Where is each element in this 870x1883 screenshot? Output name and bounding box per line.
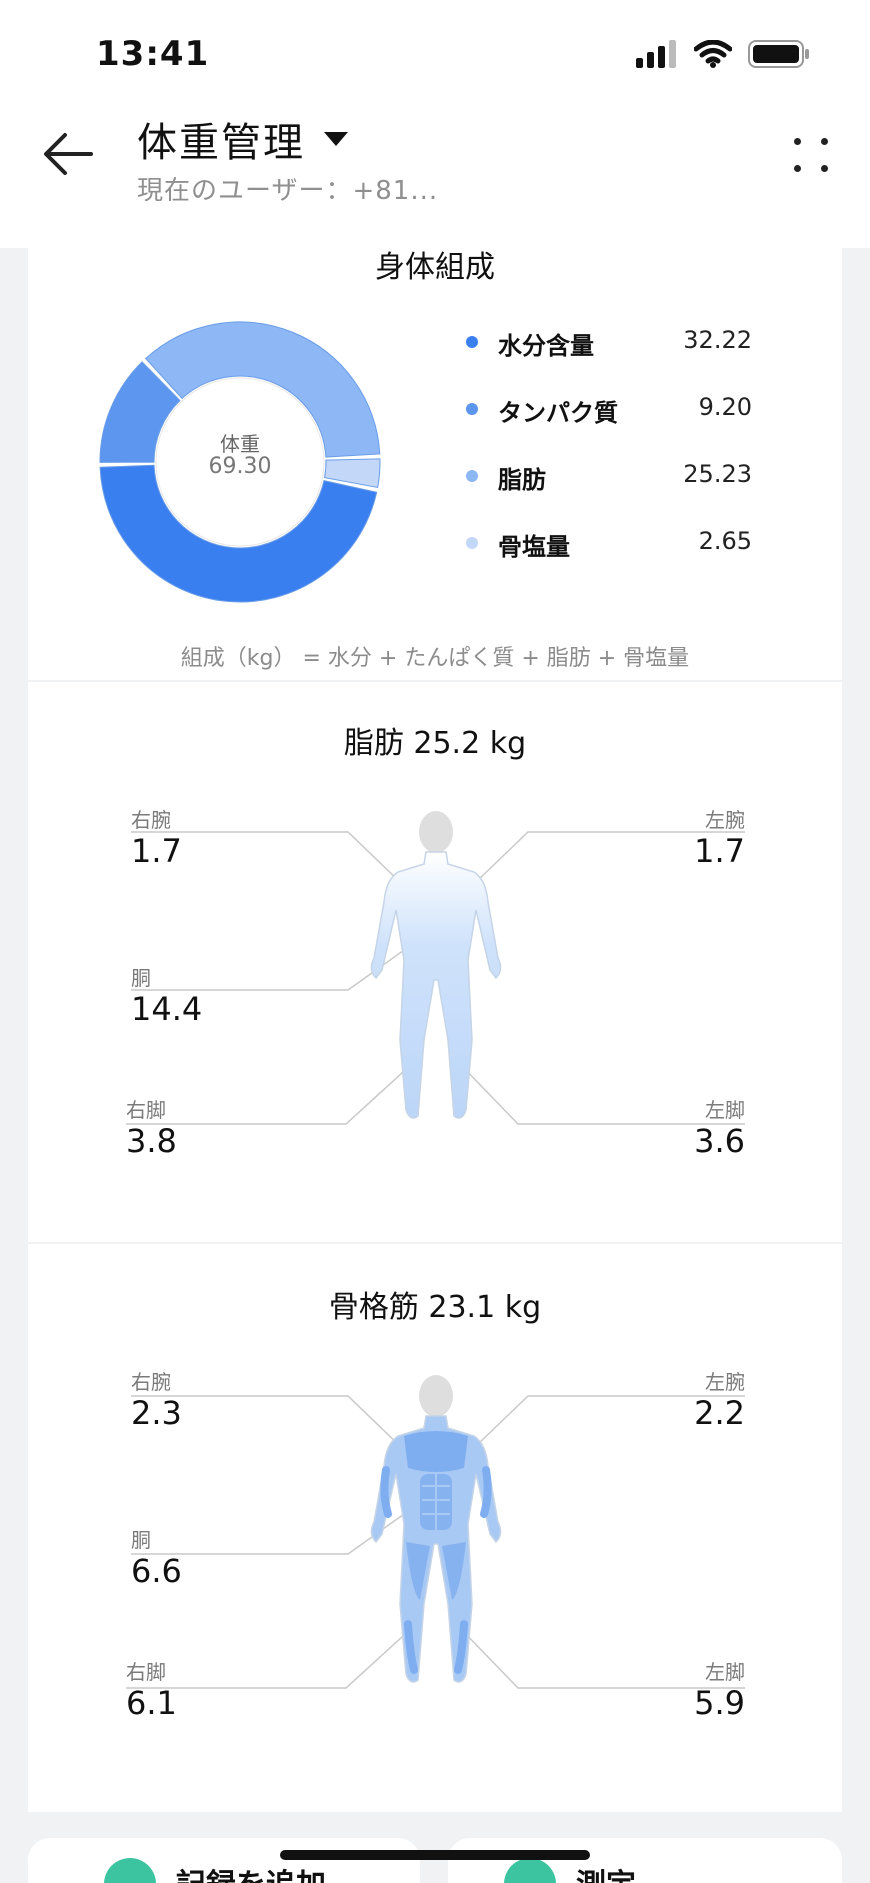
more-options-button[interactable]: [788, 132, 834, 178]
muscle-body-map: 右腕 2.3 左腕 2.2 胴 6.6 右脚 6.1 左脚 5.9: [28, 1244, 842, 1812]
fat-left-leg-value: 3.6: [694, 1122, 745, 1160]
status-bar: 13:41: [0, 0, 870, 110]
more-dot: [794, 165, 801, 172]
legend-item-fat: 脂肪 25.23: [446, 452, 776, 519]
composition-title: 身体組成: [375, 250, 495, 285]
page-title: 体重管理: [137, 120, 305, 166]
fat-trunk-value: 14.4: [131, 990, 203, 1028]
muscle-left-arm-label: 左腕: [705, 1370, 745, 1394]
legend-item-water: 水分含量 32.22: [446, 318, 776, 385]
body-composition-card: 身体組成 体重 69.30 水分含量 32.22 タンパク質 9.20 脂肪 2…: [28, 248, 842, 680]
signal-icon: [636, 40, 676, 68]
fat-left-leg-label: 左脚: [705, 1098, 745, 1122]
fat-left-arm-value: 1.7: [694, 832, 745, 870]
home-indicator: [280, 1850, 590, 1860]
more-dot: [821, 138, 828, 145]
legend-item-protein: タンパク質 9.20: [446, 385, 776, 452]
measure-label: 測定: [576, 1860, 636, 1883]
muscle-right-arm-label: 右腕: [131, 1370, 171, 1394]
muscle-trunk-value: 6.6: [131, 1552, 182, 1590]
legend-dot: [466, 537, 478, 549]
legend-value: 32.22: [683, 326, 752, 354]
muscle-trunk-label: 胴: [131, 1528, 151, 1552]
current-user: 現在のユーザー：+81...: [137, 176, 439, 206]
fat-left-arm-label: 左腕: [705, 808, 745, 832]
status-icons: [636, 40, 810, 68]
bottom-action-bar: 記録を追加 測定: [28, 1838, 842, 1883]
composition-formula: 組成（kg） = 水分 + たんぱく質 + 脂肪 + 骨塩量: [180, 646, 690, 671]
muscle-body-silhouette: [370, 1375, 502, 1683]
more-dot: [794, 138, 801, 145]
legend-value: 25.23: [683, 460, 752, 488]
app-header: 体重管理 現在のユーザー：+81...: [0, 100, 870, 248]
arrow-left-icon: [44, 133, 93, 175]
wifi-icon: [694, 40, 732, 68]
legend-label: 脂肪: [498, 466, 546, 494]
legend-value: 2.65: [698, 527, 752, 555]
muscle-right-leg-value: 6.1: [126, 1684, 177, 1722]
fat-right-arm-value: 1.7: [131, 832, 182, 870]
title-dropdown[interactable]: 体重管理: [137, 110, 349, 168]
fat-right-leg-value: 3.8: [126, 1122, 177, 1160]
add-record-label: 記録を追加: [176, 1860, 326, 1883]
fat-right-arm-label: 右腕: [131, 808, 171, 832]
muscle-left-leg-value: 5.9: [694, 1684, 745, 1722]
fat-right-leg-label: 右脚: [126, 1098, 166, 1122]
muscle-left-leg-label: 左脚: [705, 1660, 745, 1684]
measure-button[interactable]: 測定: [448, 1838, 842, 1883]
more-dot: [821, 165, 828, 172]
muscle-right-arm-value: 2.3: [131, 1394, 182, 1432]
legend-dot: [466, 470, 478, 482]
legend-value: 9.20: [698, 393, 752, 421]
caret-down-icon: [324, 132, 348, 146]
edit-note-icon: [104, 1858, 156, 1883]
legend-dot: [466, 403, 478, 415]
muscle-right-leg-label: 右脚: [126, 1660, 166, 1684]
legend-dot: [466, 336, 478, 348]
add-record-button[interactable]: 記録を追加: [28, 1838, 420, 1883]
donut-center-label: 体重: [220, 432, 260, 456]
donut-center-value: 69.30: [208, 454, 272, 479]
composition-legend: 水分含量 32.22 タンパク質 9.20 脂肪 25.23 骨塩量 2.65: [446, 318, 776, 586]
fat-body-map: 右腕 1.7 左腕 1.7 胴 14.4 右脚 3.8 左脚 3.6: [28, 682, 842, 1242]
legend-item-bone-mineral: 骨塩量 2.65: [446, 519, 776, 586]
battery-icon: [748, 40, 809, 68]
scale-icon: [504, 1858, 556, 1883]
status-time: 13:41: [96, 34, 210, 74]
legend-label: 水分含量: [498, 332, 594, 360]
fat-body-silhouette: [370, 811, 502, 1119]
fat-trunk-label: 胴: [131, 966, 151, 990]
muscle-left-arm-value: 2.2: [694, 1394, 745, 1432]
legend-label: タンパク質: [498, 399, 618, 427]
fat-distribution-card: 脂肪 25.2 kg 右腕 1.7 左腕 1.7 胴 14.4 右脚 3.8 左…: [28, 682, 842, 1242]
back-button[interactable]: [38, 124, 98, 184]
skeletal-muscle-card: 骨格筋 23.1 kg 右腕 2.3 左腕 2.2 胴 6.6 右脚 6.1 左…: [28, 1244, 842, 1812]
legend-label: 骨塩量: [498, 533, 570, 561]
